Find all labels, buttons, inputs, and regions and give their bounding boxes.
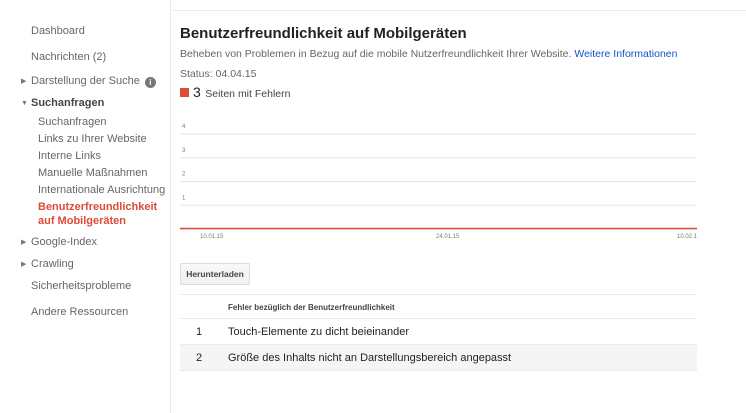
sidebar-item-label: Google-Index [31, 236, 98, 248]
sidebar-item-dashboard[interactable]: Dashboard [31, 25, 85, 37]
chevron-down-icon: ▼ [21, 100, 28, 107]
more-info-link[interactable]: Weitere Informationen [574, 48, 677, 60]
error-count: 3 [193, 84, 201, 100]
table-row[interactable]: 1 Touch-Elemente zu dicht beieinander [180, 319, 697, 345]
sidebar-subitem-international-targeting[interactable]: Internationale Ausrichtung [38, 183, 165, 197]
error-pages-summary: 3 Seiten mit Fehlern [180, 84, 290, 102]
sidebar: Dashboard Nachrichten (2) ▶ Darstellung d… [0, 0, 170, 413]
sidebar-item-search-traffic[interactable]: ▼ Suchanfragen [21, 97, 104, 109]
sidebar-subitem-mobile-usability[interactable]: Benutzerfreundlichkeit auf Mobilgeräten [38, 200, 157, 228]
download-button[interactable]: Herunterladen [180, 263, 250, 285]
column-header-errors[interactable]: Fehler bezüglich der Benutzerfreundlichk… [228, 303, 395, 312]
y-tick-label: 3 [182, 148, 186, 154]
sidebar-item-label: Crawling [31, 258, 74, 270]
chevron-right-icon: ▶ [21, 78, 27, 85]
row-error-type: Touch-Elemente zu dicht beieinander [228, 326, 410, 338]
row-index: 2 [196, 352, 203, 364]
sidebar-item-label: auf Mobilgeräten [38, 215, 127, 227]
table-header: Fehler bezüglich der Benutzerfreundlichk… [180, 294, 697, 319]
sidebar-item-search-appearance[interactable]: ▶ Darstellung der Suche i [21, 75, 156, 88]
info-icon[interactable]: i [144, 77, 156, 88]
sidebar-item-messages[interactable]: Nachrichten (2) [31, 51, 106, 63]
page-title: Benutzerfreundlichkeit auf Mobilgeräten [180, 25, 467, 42]
chevron-right-icon: ▶ [21, 239, 27, 246]
sidebar-item-security-issues[interactable]: Sicherheitsprobleme [31, 280, 131, 292]
sidebar-item-other-resources[interactable]: Andere Ressourcen [31, 306, 128, 318]
row-index: 1 [196, 326, 203, 338]
x-tick-label: 24.01.15 [436, 234, 460, 240]
sidebar-divider [170, 0, 171, 413]
row-error-type: Größe des Inhalts nicht an Darstellungsb… [228, 352, 512, 364]
sidebar-subitem-manual-actions[interactable]: Manuelle Maßnahmen [38, 166, 147, 180]
main-content: Benutzerfreundlichkeit auf Mobilgeräten … [180, 0, 746, 413]
sidebar-subitem-internal-links[interactable]: Interne Links [38, 149, 101, 163]
sidebar-item-google-index[interactable]: ▶ Google-Index [21, 236, 97, 248]
page-description: Beheben von Problemen in Bezug auf die m… [180, 48, 677, 60]
y-tick-label: 4 [182, 124, 186, 130]
errors-chart-svg: 1 2 3 4 10.01.15 24.01.15 10.02.1 [180, 124, 698, 240]
chevron-right-icon: ▶ [21, 261, 27, 268]
sidebar-item-label: Suchanfragen [31, 97, 105, 109]
description-text: Beheben von Problemen in Bezug auf die m… [180, 48, 572, 60]
error-label: Seiten mit Fehlern [205, 88, 291, 100]
sidebar-item-label: Benutzerfreundlichkeit [38, 201, 158, 213]
error-legend-swatch [180, 88, 189, 97]
sidebar-subitem-links-to-site[interactable]: Links zu Ihrer Website [38, 132, 147, 146]
x-tick-label: 10.02.1 [677, 234, 698, 240]
errors-chart: 1 2 3 4 10.01.15 24.01.15 10.02.1 [180, 118, 746, 248]
y-tick-label: 2 [182, 172, 186, 178]
y-tick-label: 1 [182, 195, 186, 201]
sidebar-subitem-search-queries[interactable]: Suchanfragen [38, 115, 107, 129]
table-row[interactable]: 2 Größe des Inhalts nicht an Darstellung… [180, 345, 697, 371]
sidebar-item-label: Darstellung der Suche [31, 75, 140, 87]
sidebar-item-crawling[interactable]: ▶ Crawling [21, 258, 74, 270]
status-date: Status: 04.04.15 [180, 68, 257, 80]
usability-errors-table: Fehler bezüglich der Benutzerfreundlichk… [180, 294, 697, 371]
x-tick-label: 10.01.15 [200, 234, 224, 240]
